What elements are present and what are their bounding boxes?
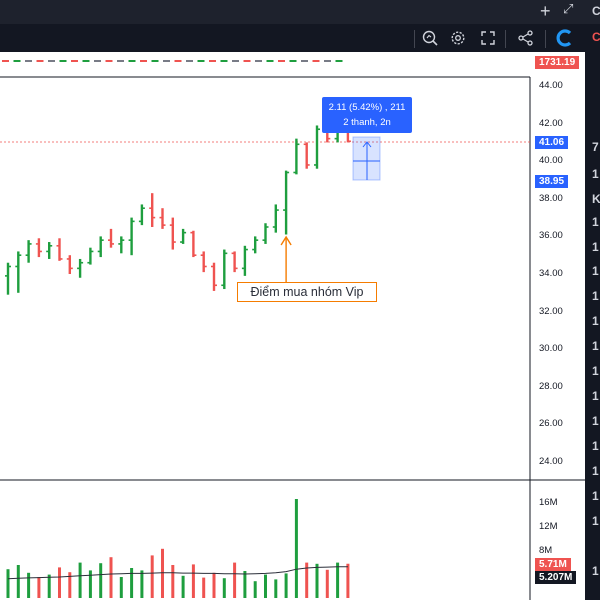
price-axis-label: 36.00 bbox=[539, 230, 563, 242]
watchlist-item-glyph[interactable]: 1 bbox=[592, 564, 599, 578]
watchlist-item-glyph[interactable]: 1 bbox=[592, 389, 599, 403]
watchlist-item-glyph[interactable]: 1 bbox=[592, 364, 599, 378]
watchlist-item-glyph[interactable]: K bbox=[592, 192, 600, 206]
watchlist-item-glyph[interactable]: 1 bbox=[592, 489, 599, 503]
watchlist-item-glyph[interactable]: 1 bbox=[592, 514, 599, 528]
price-axis-label: 24.00 bbox=[539, 456, 563, 467]
volume-axis-label: 8M bbox=[539, 545, 553, 556]
tooltip-change: 2.11 (5.42%) , 211 bbox=[328, 102, 406, 113]
price-axis-label: 44.00 bbox=[539, 80, 563, 91]
watchlist-item-glyph[interactable]: C bbox=[592, 4, 600, 18]
volume-axis-label: 16M bbox=[539, 497, 558, 508]
price-axis-label: 30.00 bbox=[539, 343, 563, 355]
watchlist-item-glyph[interactable]: 1 bbox=[592, 464, 599, 478]
price-axis-label: 26.00 bbox=[539, 418, 563, 430]
volume-axis-label: 12M bbox=[539, 521, 558, 532]
watchlist-item-glyph[interactable]: 1 bbox=[592, 289, 599, 303]
watchlist-item-glyph[interactable]: 1 bbox=[592, 414, 599, 428]
buy-point-annotation[interactable]: Điểm mua nhóm Vip bbox=[237, 282, 377, 302]
watchlist-item-glyph[interactable]: 1 bbox=[592, 314, 599, 328]
watchlist-item-glyph[interactable]: 1 bbox=[592, 215, 599, 229]
index-price-badge: 1731.19 bbox=[535, 56, 580, 69]
watchlist-item-glyph[interactable]: 7 bbox=[592, 140, 599, 154]
range-low-badge: 38.95 bbox=[535, 175, 569, 188]
watchlist-item-glyph[interactable]: 1 bbox=[592, 167, 599, 181]
price-axis-label: 32.00 bbox=[539, 305, 563, 317]
current-volume-badge: 5.71M bbox=[535, 558, 571, 571]
price-axis-label: 42.00 bbox=[539, 117, 563, 129]
watchlist-item-glyph[interactable]: 1 bbox=[592, 264, 599, 278]
current-price-badge: 41.06 bbox=[535, 136, 569, 149]
price-axis-label: 38.00 bbox=[539, 192, 563, 204]
price-axis-label: 28.00 bbox=[539, 380, 563, 392]
watchlist-item-glyph[interactable]: 1 bbox=[592, 339, 599, 353]
watchlist-item-glyph[interactable]: 1 bbox=[592, 240, 599, 254]
measure-tooltip: 2.11 (5.42%) , 211 2 thanh, 2n bbox=[322, 97, 412, 133]
price-axis-label: 40.00 bbox=[539, 155, 563, 167]
price-axis-label: 34.00 bbox=[539, 268, 563, 279]
average-volume-badge: 5.207M bbox=[535, 571, 577, 584]
watchlist-item-glyph[interactable]: C bbox=[592, 30, 600, 44]
watchlist-item-glyph[interactable]: 1 bbox=[592, 439, 599, 453]
tooltip-bars: 2 thanh, 2n bbox=[343, 117, 391, 128]
